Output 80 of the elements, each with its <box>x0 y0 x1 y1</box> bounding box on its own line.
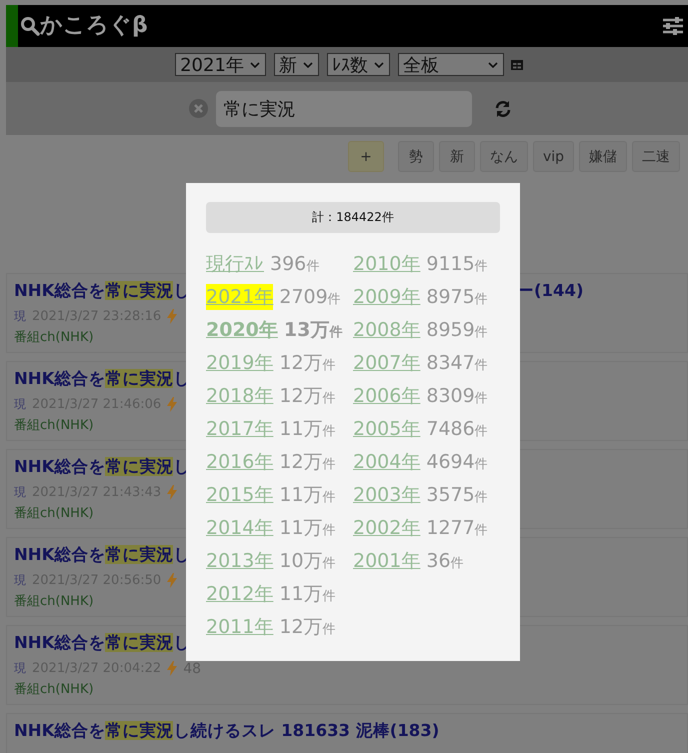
settings-icon[interactable] <box>662 16 684 36</box>
year-link[interactable]: 2012年 <box>206 580 274 606</box>
year-link[interactable]: 2004年 <box>353 448 420 474</box>
thread-count: 8959件 <box>426 318 488 340</box>
thread-title[interactable]: NHK総合を常に実況 し続けるスレ 181633 泥棒(183) <box>14 720 440 742</box>
thread-count: 3575件 <box>426 484 488 506</box>
thread-count: 10万件 <box>279 548 336 574</box>
year-link[interactable]: 2005年 <box>353 416 420 442</box>
thread-count: 12万件 <box>279 350 336 376</box>
year-link[interactable]: 2017年 <box>206 416 274 442</box>
board-button[interactable]: 二速 <box>632 141 680 172</box>
search-icon <box>20 16 40 36</box>
thread-count: 12万件 <box>279 614 336 640</box>
year-link[interactable]: 2003年 <box>353 482 420 508</box>
board-button[interactable]: 新 <box>438 141 475 172</box>
dropdown[interactable]: 2021年 <box>175 53 266 76</box>
dropdown[interactable]: 全板 <box>398 53 504 76</box>
thread-count: 8975件 <box>426 286 488 308</box>
year-link[interactable]: 2008年 <box>353 316 420 342</box>
board-name[interactable]: 番組ch(NHK) <box>14 680 687 698</box>
year-link[interactable]: 2001年 <box>353 548 420 574</box>
site-title[interactable]: かころぐβ <box>40 15 148 37</box>
dropdown[interactable]: 新 <box>274 53 319 76</box>
caret-icon <box>302 62 313 68</box>
year-link[interactable]: 現行ｽﾚ <box>206 250 264 276</box>
status-label: 現 <box>14 484 26 501</box>
thread-count: 9115件 <box>426 252 488 274</box>
year-link[interactable]: 2020年 <box>206 316 278 342</box>
year-link[interactable]: 2014年 <box>206 514 274 540</box>
status-label: 現 <box>14 308 26 325</box>
year-link[interactable]: 2015年 <box>206 482 274 508</box>
total-count: 計：184422件 <box>206 202 500 233</box>
lightning-icon <box>167 573 178 588</box>
thread-count: 12万件 <box>279 384 336 408</box>
year-link[interactable]: 2021年 <box>206 284 274 310</box>
year-link[interactable]: 2010年 <box>353 250 420 276</box>
thread-count: 11万件 <box>279 516 336 540</box>
thread-count: 8309件 <box>426 384 488 406</box>
year-link[interactable]: 2009年 <box>353 284 420 310</box>
year-link[interactable]: 2018年 <box>206 382 274 408</box>
add-button[interactable]: + <box>348 141 384 172</box>
board-button[interactable]: 勢 <box>398 141 434 172</box>
table-icon[interactable] <box>510 60 523 70</box>
board-button[interactable]: vip <box>532 141 574 172</box>
lightning-icon <box>167 309 178 324</box>
lightning-icon <box>167 661 178 676</box>
thread-count: 12万件 <box>279 450 336 474</box>
year-link[interactable]: 2002年 <box>353 514 420 540</box>
status-label: 現 <box>14 660 26 677</box>
board-button[interactable]: なん <box>480 141 528 172</box>
year-link[interactable]: 2019年 <box>206 350 274 376</box>
caret-icon <box>374 62 384 68</box>
year-link[interactable]: 2006年 <box>353 382 420 408</box>
thread-count: 11万件 <box>279 582 336 606</box>
thread-count: 11万件 <box>279 482 336 508</box>
thread-count: 1277件 <box>426 516 488 538</box>
thread-count: 13万件 <box>284 318 342 342</box>
year-link[interactable]: 2016年 <box>206 448 274 474</box>
clear-icon[interactable] <box>188 99 208 118</box>
year-link[interactable]: 2007年 <box>353 350 420 376</box>
caret-icon <box>488 62 498 68</box>
thread-count: 4694件 <box>426 450 488 472</box>
accent-bar <box>6 5 18 47</box>
thread-count: 7486件 <box>426 418 488 440</box>
thread-count: 8347件 <box>426 352 488 374</box>
lightning-icon <box>167 397 178 412</box>
thread-count: 36件 <box>426 550 464 572</box>
year-link[interactable]: 2011年 <box>206 614 274 640</box>
status-label: 現 <box>14 396 26 413</box>
search-field[interactable]: 常に実況 <box>216 90 472 126</box>
caret-icon <box>250 62 260 68</box>
board-button[interactable]: 嫌儲 <box>579 141 627 172</box>
lightning-icon <box>167 485 178 500</box>
thread-count: 396件 <box>270 252 320 274</box>
thread-count: 11万件 <box>279 416 336 442</box>
dropdown[interactable]: ﾚｽ数 <box>326 53 390 76</box>
status-label: 現 <box>14 572 26 589</box>
refresh-icon[interactable] <box>494 100 512 118</box>
year-link[interactable]: 2013年 <box>206 548 274 574</box>
thread-count: 2709件 <box>279 286 341 308</box>
